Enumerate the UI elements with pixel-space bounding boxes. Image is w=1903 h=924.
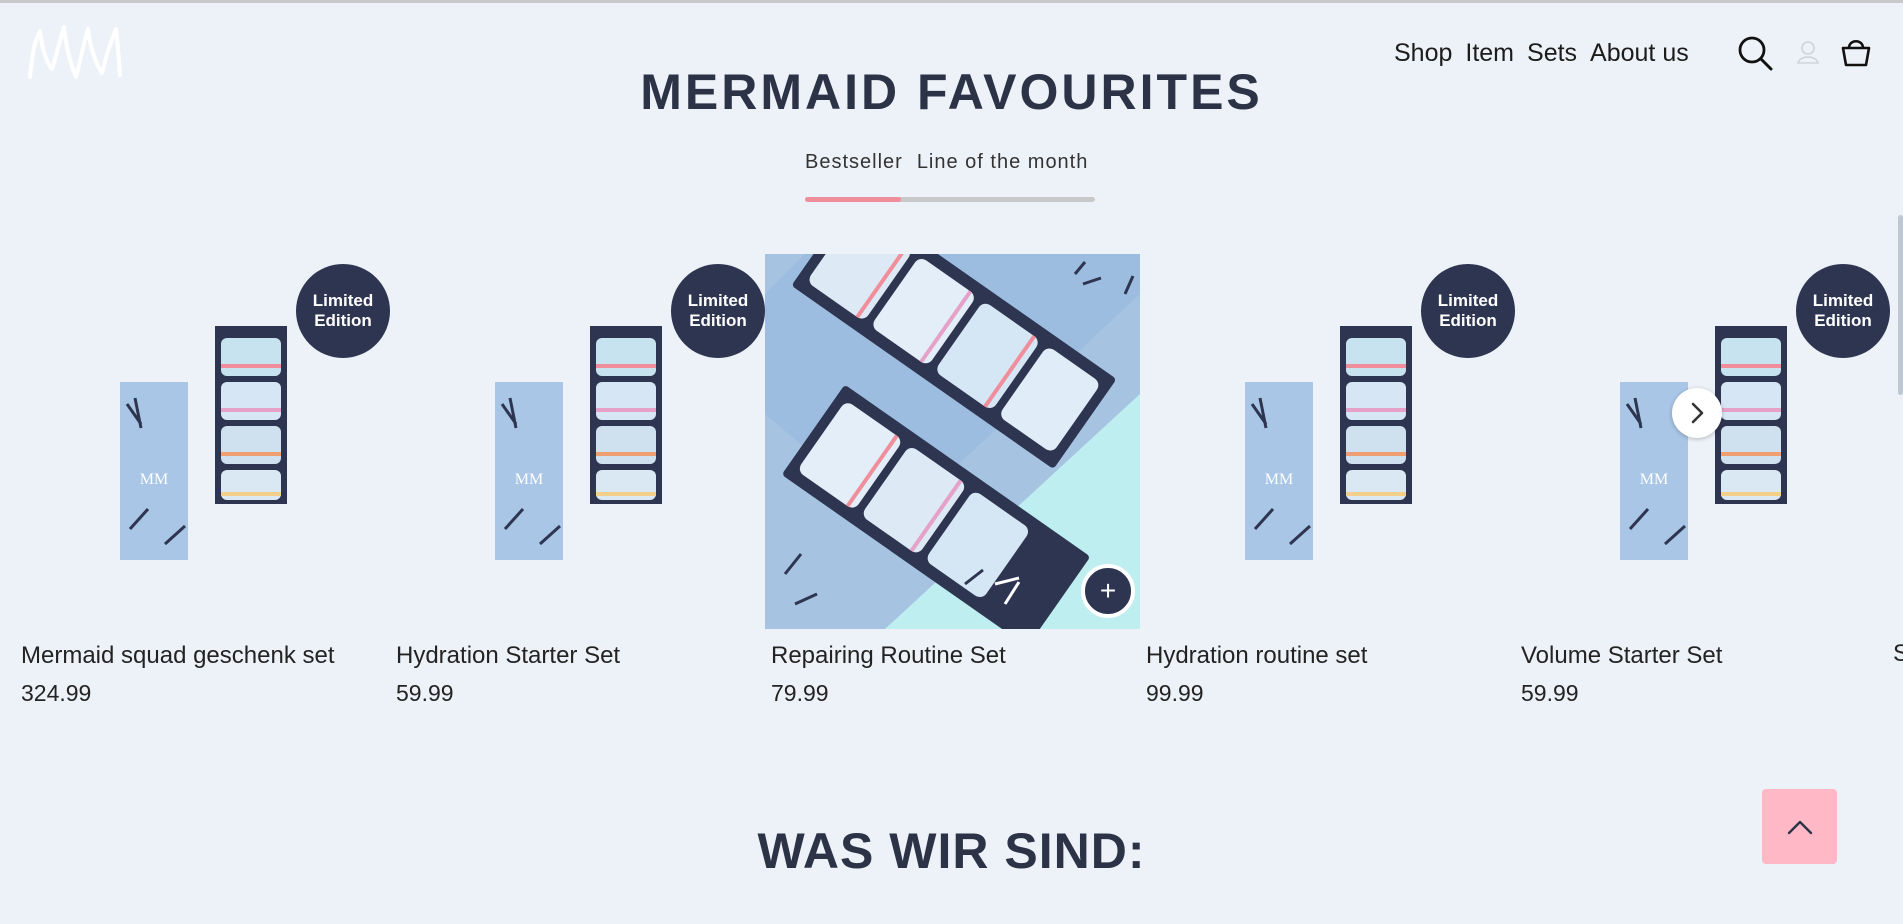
product-image[interactable]: MM Limited Edition	[390, 254, 765, 629]
chevron-right-icon	[1691, 402, 1704, 424]
product-price: 99.99	[1146, 680, 1204, 706]
svg-text:MM: MM	[140, 471, 168, 488]
svg-text:MM: MM	[1265, 471, 1293, 488]
product-image[interactable]: MM Limited Edition	[1515, 254, 1890, 629]
section-tabs: Bestseller Line of the month	[805, 151, 1088, 174]
product-photo-lifestyle	[765, 254, 1140, 629]
limited-edition-badge: Limited Edition	[1421, 264, 1515, 358]
product-card[interactable]: + Repairing Routine Set 79.99	[765, 254, 1140, 707]
product-price: 324.99	[21, 680, 92, 706]
product-name[interactable]: Volume Starter Set	[1521, 642, 1890, 670]
svg-text:MM: MM	[1640, 471, 1668, 488]
page-scrollbar[interactable]	[1898, 215, 1903, 395]
tab-bestseller[interactable]: Bestseller	[805, 151, 903, 174]
limited-edition-badge: Limited Edition	[1796, 264, 1890, 358]
next-section-title: WAS WIR SIND:	[757, 823, 1146, 879]
product-name[interactable]: Hydration routine set	[1146, 642, 1515, 670]
limited-edition-badge: Limited Edition	[671, 264, 765, 358]
tab-progress-fill	[805, 197, 901, 202]
product-image[interactable]: MM Limited Edition	[15, 254, 390, 629]
svg-text:MM: MM	[515, 471, 543, 488]
product-image[interactable]: MM Limited Edition	[1140, 254, 1515, 629]
tab-line-of-the-month[interactable]: Line of the month	[917, 151, 1089, 174]
next-product-peek: S	[1893, 640, 1903, 667]
product-name[interactable]: Hydration Starter Set	[396, 642, 765, 670]
product-name[interactable]: Mermaid squad geschenk set	[21, 642, 390, 670]
product-price: 59.99	[396, 680, 454, 706]
tab-progress-track	[805, 197, 1095, 202]
product-card[interactable]: MM Limited Edition Mermaid squad geschenk…	[15, 254, 390, 707]
quick-add-button[interactable]: +	[1081, 564, 1135, 618]
section-title: MERMAID FAVOURITES	[640, 64, 1263, 112]
product-price: 79.99	[771, 680, 829, 706]
product-price: 59.99	[1521, 680, 1579, 706]
carousel-next-button[interactable]	[1672, 388, 1722, 438]
product-image[interactable]: +	[765, 254, 1140, 629]
product-card[interactable]: MM Limited Edition Hydration routine set …	[1140, 254, 1515, 707]
product-name[interactable]: Repairing Routine Set	[771, 642, 1140, 670]
limited-edition-badge: Limited Edition	[296, 264, 390, 358]
product-card[interactable]: MM Limited Edition Volume Starter Set 59.…	[1515, 254, 1890, 707]
product-card[interactable]: MM Limited Edition Hydration Starter Set …	[390, 254, 765, 707]
